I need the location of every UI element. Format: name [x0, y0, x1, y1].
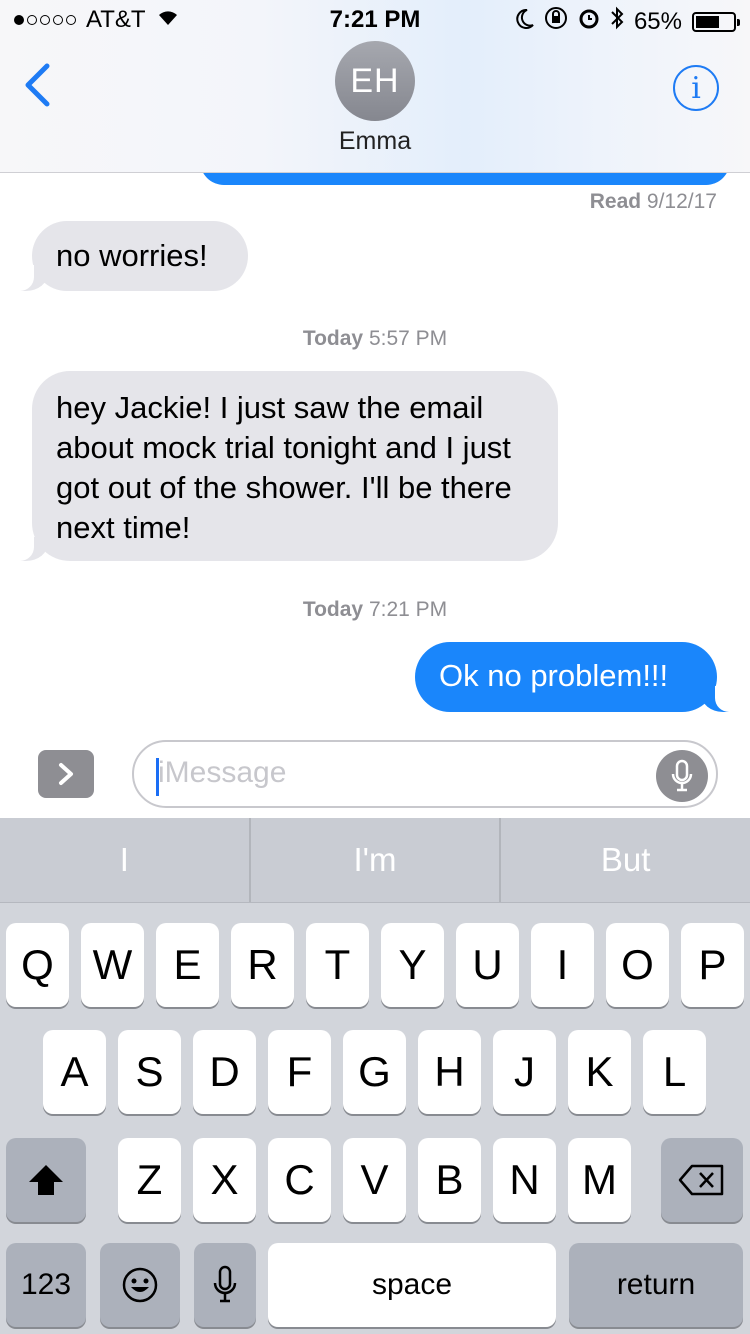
predictive-bar: I I'm But — [0, 818, 750, 903]
key-u[interactable]: U — [456, 923, 519, 1007]
app-drawer-button[interactable] — [38, 750, 94, 798]
incoming-message-bubble[interactable]: hey Jackie! I just saw the email about m… — [12, 371, 558, 561]
info-icon[interactable]: i — [673, 65, 719, 111]
input-placeholder: iMessage — [158, 756, 287, 789]
battery-icon — [692, 11, 740, 32]
key-w[interactable]: W — [81, 923, 144, 1007]
key-t[interactable]: T — [306, 923, 369, 1007]
delete-key[interactable] — [661, 1138, 743, 1222]
outgoing-message-bubble[interactable]: Ok no problem!!! — [415, 642, 737, 712]
alarm-icon — [578, 7, 600, 36]
key-x[interactable]: X — [193, 1138, 256, 1222]
delete-icon — [678, 1164, 724, 1196]
shift-key[interactable] — [6, 1138, 86, 1222]
battery-percentage: 65% — [633, 7, 682, 35]
key-g[interactable]: G — [343, 1030, 406, 1114]
timestamp: Today 7:21 PM — [302, 598, 448, 621]
message-text: no worries! — [56, 238, 208, 273]
key-d[interactable]: D — [193, 1030, 256, 1114]
rotation-lock-icon — [544, 6, 568, 37]
key-s[interactable]: S — [118, 1030, 181, 1114]
status-bar: AT&T 7:21 PM 65% — [0, 0, 750, 40]
key-z[interactable]: Z — [118, 1138, 181, 1222]
key-n[interactable]: N — [493, 1138, 556, 1222]
key-j[interactable]: J — [493, 1030, 556, 1114]
key-f[interactable]: F — [268, 1030, 331, 1114]
key-y[interactable]: Y — [381, 923, 444, 1007]
apps-chevron-icon — [59, 763, 73, 785]
key-r[interactable]: R — [231, 923, 294, 1007]
key-m[interactable]: M — [568, 1138, 631, 1222]
key-h[interactable]: H — [418, 1030, 481, 1114]
message-text: Ok no problem!!! — [439, 658, 669, 693]
emoji-key[interactable] — [100, 1243, 180, 1327]
key-k[interactable]: K — [568, 1030, 631, 1114]
key-q[interactable]: Q — [6, 923, 69, 1007]
suggestion-2[interactable]: I'm — [251, 818, 502, 902]
keyboard-dictation-key[interactable] — [194, 1243, 256, 1327]
dictation-mic-icon[interactable] — [656, 750, 708, 802]
key-c[interactable]: C — [268, 1138, 331, 1222]
back-button[interactable] — [22, 62, 52, 113]
key-l[interactable]: L — [643, 1030, 706, 1114]
timestamp: Today 5:57 PM — [302, 327, 448, 350]
suggestion-3[interactable]: But — [501, 818, 750, 902]
keyboard: I I'm But 123 space return QWERTYUIOPASD… — [0, 818, 750, 1334]
back-chevron-icon — [25, 63, 50, 107]
message-input[interactable]: iMessage — [132, 740, 718, 808]
read-receipt: Read 9/12/17 — [589, 190, 717, 213]
bluetooth-icon — [610, 6, 624, 37]
key-e[interactable]: E — [156, 923, 219, 1007]
key-p[interactable]: P — [681, 923, 744, 1007]
contact-avatar[interactable]: EH — [335, 41, 415, 121]
key-a[interactable]: A — [43, 1030, 106, 1114]
key-o[interactable]: O — [606, 923, 669, 1007]
key-i[interactable]: I — [531, 923, 594, 1007]
key-b[interactable]: B — [418, 1138, 481, 1222]
incoming-message-bubble[interactable]: no worries! — [12, 221, 248, 291]
navigation-header: AT&T 7:21 PM 65% EH Emma i — [0, 0, 750, 173]
shift-icon — [29, 1165, 63, 1195]
suggestion-1[interactable]: I — [0, 818, 251, 902]
contact-name[interactable]: Emma — [0, 127, 750, 156]
emoji-icon — [122, 1267, 158, 1303]
space-key[interactable]: space — [268, 1243, 556, 1327]
keyboard-mic-icon — [213, 1265, 237, 1303]
moon-icon — [516, 8, 534, 36]
message-text: hey Jackie! I just saw the email about m… — [56, 390, 512, 545]
key-v[interactable]: V — [343, 1138, 406, 1222]
text-caret — [156, 758, 159, 796]
numbers-key[interactable]: 123 — [6, 1243, 86, 1327]
return-key[interactable]: return — [569, 1243, 743, 1327]
